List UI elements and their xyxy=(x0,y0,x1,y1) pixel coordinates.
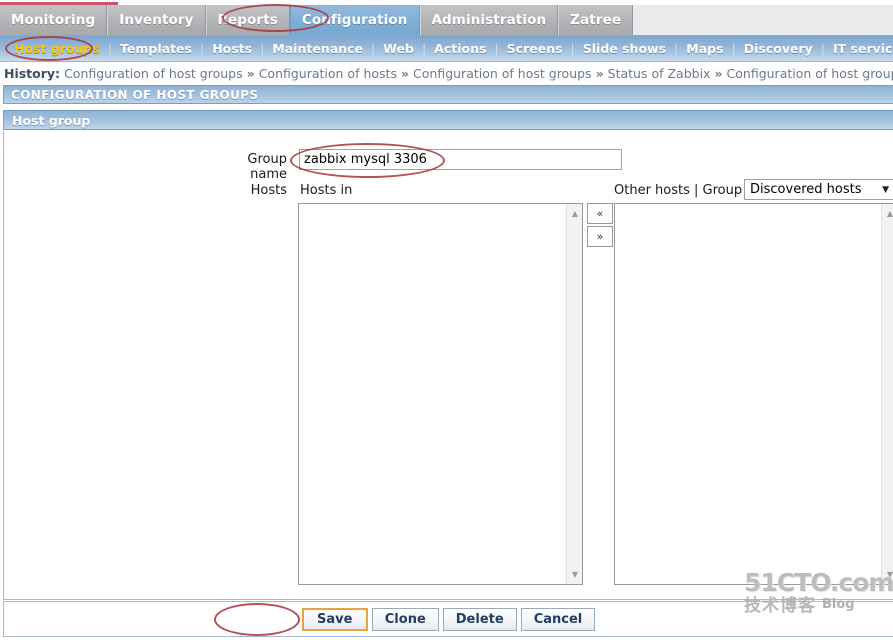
section-header: Host group xyxy=(3,110,893,130)
breadcrumb-link[interactable]: Configuration of hosts xyxy=(259,66,397,81)
topnav-tab-inventory[interactable]: Inventory xyxy=(107,5,206,35)
zabbix-page: Monitoring Inventory Reports Configuration A… xyxy=(0,0,893,640)
history-label: History: xyxy=(4,66,61,81)
group-name-row: Group name xyxy=(4,149,893,182)
topnav-tab-zatree[interactable]: Zatree xyxy=(558,5,634,35)
topnav-tab-label: Inventory xyxy=(119,12,194,28)
subnav-item-discovery[interactable]: Discovery xyxy=(736,41,821,56)
other-hosts-group-label: Other hosts | Group xyxy=(614,183,743,198)
primary-nav-filler xyxy=(633,5,893,35)
host-group-form: Group name Hosts Hosts in Other hosts | … xyxy=(3,131,893,600)
subnav-item-slide-shows[interactable]: Slide shows xyxy=(575,41,674,56)
subnav-item-maps[interactable]: Maps xyxy=(678,41,731,56)
save-button[interactable]: Save xyxy=(301,607,368,631)
other-hosts-listbox[interactable]: ▲ ▼ xyxy=(614,203,893,585)
topnav-tab-administration[interactable]: Administration xyxy=(419,5,559,35)
hosts-in-listbox[interactable]: ▲ ▼ xyxy=(298,203,583,585)
form-action-bar: Save Clone Delete Cancel xyxy=(3,601,893,637)
hosts-in-scrollbar[interactable]: ▲ ▼ xyxy=(566,204,582,584)
breadcrumb-separator-icon: » xyxy=(400,66,410,81)
subnav-item-web[interactable]: Web xyxy=(375,41,422,56)
breadcrumb-link[interactable]: Configuration of host groups xyxy=(413,66,592,81)
topnav-tab-label: Monitoring xyxy=(11,12,96,28)
clone-button[interactable]: Clone xyxy=(371,607,439,631)
group-name-input[interactable] xyxy=(299,149,622,170)
topnav-tab-monitoring[interactable]: Monitoring xyxy=(0,5,108,35)
breadcrumb-link[interactable]: Configuration of host groups xyxy=(727,66,893,81)
subnav-item-hosts[interactable]: Hosts xyxy=(204,41,260,56)
chevron-down-icon: ▼ xyxy=(882,184,889,195)
cancel-button[interactable]: Cancel xyxy=(520,607,596,631)
breadcrumb-separator-icon: » xyxy=(246,66,255,81)
subnav-item-templates[interactable]: Templates xyxy=(112,41,200,56)
move-left-button[interactable]: « xyxy=(587,203,613,224)
subnav-item-it-services[interactable]: IT services xyxy=(825,41,893,56)
subnav-item-maintenance[interactable]: Maintenance xyxy=(264,41,371,56)
group-name-label: Group name xyxy=(247,152,287,182)
group-filter-select[interactable]: Discovered hosts ▼ xyxy=(744,179,893,200)
topnav-tab-label: Configuration xyxy=(301,12,408,28)
topnav-tab-label: Administration xyxy=(431,12,547,28)
move-right-button[interactable]: » xyxy=(587,226,613,247)
hosts-label: Hosts xyxy=(250,183,287,198)
breadcrumb-link[interactable]: Configuration of host groups xyxy=(64,66,243,81)
breadcrumb-link[interactable]: Status of Zabbix xyxy=(608,66,711,81)
breadcrumb: History: Configuration of host groups» Co… xyxy=(0,63,893,84)
subnav-item-screens[interactable]: Screens xyxy=(499,41,571,56)
topnav-tab-configuration[interactable]: Configuration xyxy=(289,5,420,35)
primary-navigation: Monitoring Inventory Reports Configuration A… xyxy=(0,5,893,36)
topnav-tab-reports[interactable]: Reports xyxy=(205,5,290,35)
page-title: CONFIGURATION OF HOST GROUPS xyxy=(3,85,893,104)
topnav-tab-label: Zatree xyxy=(570,12,622,28)
delete-button[interactable]: Delete xyxy=(442,607,517,631)
scroll-down-icon[interactable]: ▼ xyxy=(567,567,582,582)
topnav-tab-label: Reports xyxy=(217,12,278,28)
scroll-down-icon[interactable]: ▼ xyxy=(882,567,893,582)
subnav-item-actions[interactable]: Actions xyxy=(426,41,494,56)
scroll-up-icon[interactable]: ▲ xyxy=(882,206,893,221)
breadcrumb-separator-icon: » xyxy=(595,66,604,81)
scroll-up-icon[interactable]: ▲ xyxy=(567,206,582,221)
hosts-in-label: Hosts in xyxy=(300,183,353,198)
other-hosts-scrollbar[interactable]: ▲ ▼ xyxy=(881,204,893,584)
secondary-navigation: Host groups | Templates | Hosts | Maintenance |… xyxy=(0,36,893,62)
group-filter-select-value: Discovered hosts xyxy=(750,182,862,197)
breadcrumb-separator-icon: » xyxy=(714,66,723,81)
subnav-item-host-groups[interactable]: Host groups xyxy=(6,41,108,56)
